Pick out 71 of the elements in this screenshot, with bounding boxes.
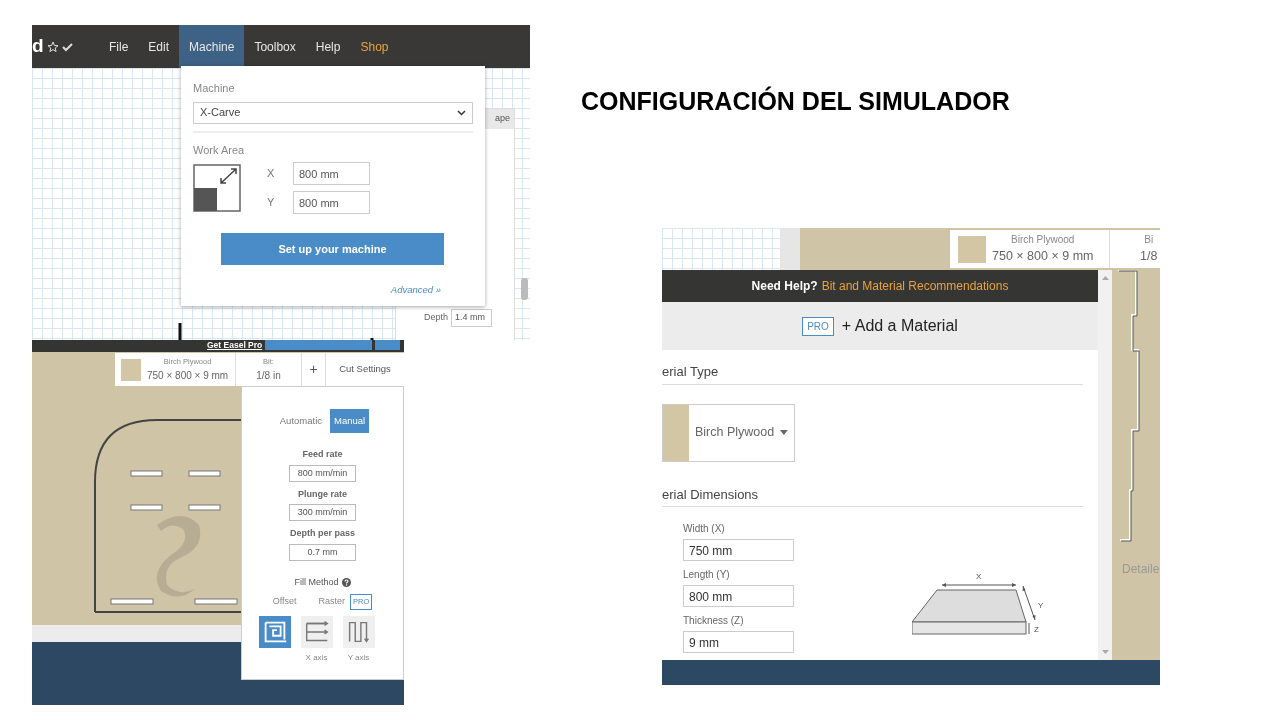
x-axis-label: X [976,572,982,581]
caret-down-icon [780,430,788,435]
menu-item[interactable]: Machine [179,25,245,68]
scrollbar[interactable] [1098,270,1112,660]
fill-option-button[interactable] [300,615,333,648]
help-text: Need Help? [751,278,818,295]
number-field[interactable]: 0.7 mm [289,543,356,561]
field-label: Length (Y) [683,568,731,582]
recommendations-link[interactable]: Bit and Material Recommendations [821,277,1009,295]
add-material-button[interactable]: + Add a Material [841,314,958,338]
fill-option-button[interactable] [342,615,375,648]
fill-option-button[interactable] [258,615,291,648]
chevron-down-icon [457,109,466,116]
material-name: Birch Plywood [1010,233,1076,248]
depth-label: Depth [424,311,449,324]
scroll-down-icon[interactable] [1101,650,1109,654]
dimension-field[interactable]: 800 mm [683,585,794,607]
bit-size: 1/8 [1140,248,1158,266]
app-title: d [32,34,44,59]
fill-group-label: Offset [272,595,297,609]
machine-select[interactable]: X-Carve [193,101,473,124]
field-label: Depth per pass [290,527,355,541]
mode-button[interactable]: Automatic [275,409,327,434]
material-swatch [121,358,141,381]
star-icon[interactable] [46,40,59,53]
menu-item[interactable]: Edit [138,25,180,68]
work-area-icon [193,164,241,212]
slide-title: CONFIGURACIÓN DEL SIMULADOR [581,86,1010,116]
number-field[interactable]: 800 mm/min [289,464,356,482]
advanced-link[interactable]: Advanced » [193,283,441,298]
number-field[interactable]: 300 mm/min [289,504,356,522]
y-axis-label: Y [1038,601,1044,610]
setup-button[interactable]: Set up your machine [221,233,444,265]
dimension-field[interactable]: 750 mm [683,539,794,561]
help-icon[interactable] [341,578,351,587]
pro-badge: PRO [802,316,834,336]
scrollbar[interactable] [521,278,528,300]
panel-header: ape [494,112,510,126]
menu-item[interactable]: File [99,25,139,68]
x-label: X [267,166,275,182]
x-field[interactable]: 800 mm [293,162,370,185]
section-heading: erial Type [662,362,1083,385]
material-size: 750 × 800 × 9 mm [147,368,229,383]
check-icon [61,41,73,52]
depth-field[interactable]: 1.4 mm [451,309,493,327]
mode-button[interactable]: Manual [330,409,370,434]
work-area-label: Work Area [193,142,246,158]
bit-label: Bi [1143,233,1155,248]
dimension-field[interactable]: 9 mm [683,631,794,653]
menu-item[interactable]: Shop [350,25,399,68]
bit-size: 1/8 in [256,368,281,383]
field-label: Thickness (Z) [683,614,745,628]
get-pro-link[interactable]: Get Easel Pro [207,340,263,350]
material-size: 750 × 800 × 9 mm [992,248,1094,266]
fill-method-label: Fill Method [294,575,339,589]
field-label: Width (X) [683,522,726,536]
y-field[interactable]: 800 mm [293,191,370,214]
field-label: Feed rate [302,448,343,462]
option-caption: X axis [305,651,328,664]
section-heading: erial Dimensions [662,484,1083,507]
option-caption: Y axis [347,651,370,664]
z-axis-label: Z [1034,625,1039,634]
menu-item[interactable]: Toolbox [244,25,306,68]
fill-group-label: Raster [318,595,346,609]
material-select[interactable]: Birch Plywood [662,403,795,462]
machine-label: Machine [193,81,236,96]
y-label: Y [267,195,275,211]
scroll-up-icon[interactable] [1101,276,1109,280]
material-swatch [958,235,986,263]
menu-item[interactable]: Help [305,25,351,68]
field-label: Plunge rate [298,487,347,501]
